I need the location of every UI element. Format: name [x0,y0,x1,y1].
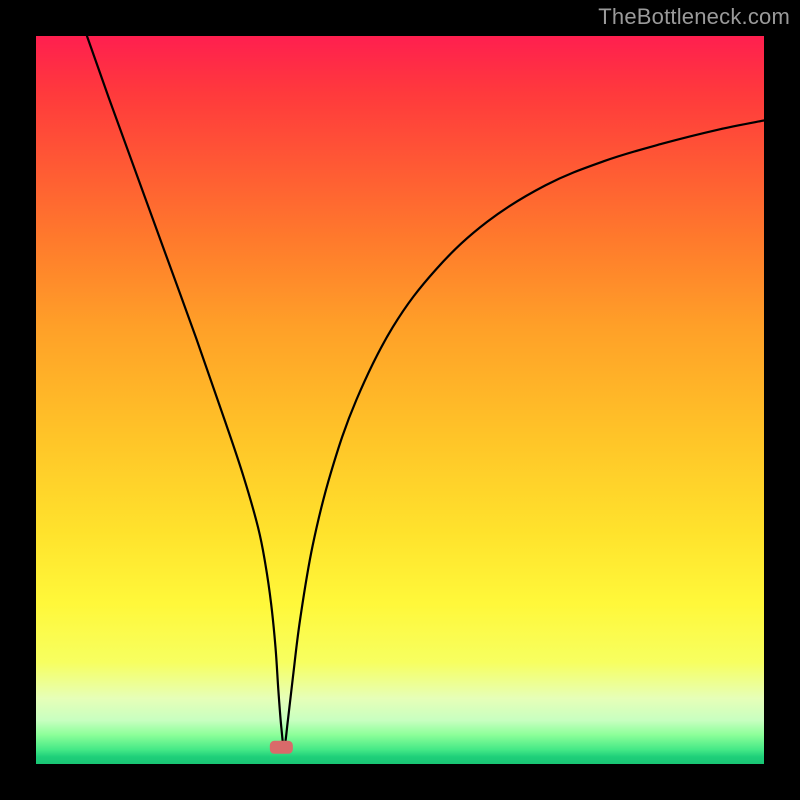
chart-frame: TheBottleneck.com [0,0,800,800]
bottleneck-curve [87,36,764,747]
curve-layer [36,36,764,764]
plot-area [36,36,764,764]
min-marker [270,741,292,753]
watermark-text: TheBottleneck.com [598,4,790,30]
